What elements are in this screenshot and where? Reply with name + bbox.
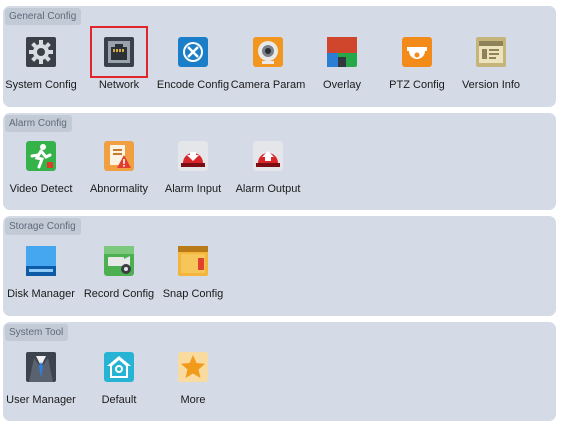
gear-icon [26,37,56,67]
overlay-icon [327,37,357,67]
snap-config-item[interactable]: Snap Config [153,242,233,312]
section-title: Storage Config [5,218,81,235]
abnormality-item[interactable]: Abnormality [79,137,159,207]
user-suit-icon [26,352,56,382]
alarm-output-icon [253,141,283,171]
encode-icon [178,37,208,67]
document-warning-icon [104,141,134,171]
network-port-icon [104,37,134,67]
ptz-config-item[interactable]: PTZ Config [377,33,457,103]
alarm-config-panel: Alarm Config Video Detect Abnormality Al… [3,113,556,210]
overlay-item[interactable]: Overlay [302,33,382,103]
camera-param-item[interactable]: Camera Param [228,33,308,103]
system-tool-panel: System Tool User Manager Default More [3,322,556,421]
record-config-item[interactable]: Record Config [79,242,159,312]
encode-config-item[interactable]: Encode Config [153,33,233,103]
webcam-icon [253,37,283,67]
default-item[interactable]: Default [79,348,159,418]
version-icon [476,37,506,67]
section-title: System Tool [5,324,69,341]
hard-disk-icon [26,246,56,276]
alarm-input-icon [178,141,208,171]
item-label: More [180,394,206,406]
alarm-input-item[interactable]: Alarm Input [153,137,233,207]
video-detect-item[interactable]: Video Detect [1,137,81,207]
item-label: Snap Config [162,288,224,300]
section-title: General Config [5,8,82,25]
system-config-item[interactable]: System Config [1,33,81,103]
star-icon [178,352,208,382]
alarm-output-item[interactable]: Alarm Output [228,137,308,207]
version-info-item[interactable]: Version Info [451,33,531,103]
motion-person-icon [26,141,56,171]
folder-icon [178,246,208,276]
item-label: Version Info [461,79,521,91]
more-item[interactable]: More [153,348,233,418]
general-config-panel: General Config System Config Network Enc… [3,6,556,107]
item-label: Alarm Output [235,183,301,195]
home-default-icon [104,352,134,382]
network-item[interactable]: Network [79,26,159,103]
storage-config-panel: Storage Config Disk Manager Record Confi… [3,216,556,316]
user-manager-item[interactable]: User Manager [1,348,81,418]
record-camera-icon [104,246,134,276]
dome-camera-icon [402,37,432,67]
section-title: Alarm Config [5,115,72,132]
disk-manager-item[interactable]: Disk Manager [1,242,81,312]
